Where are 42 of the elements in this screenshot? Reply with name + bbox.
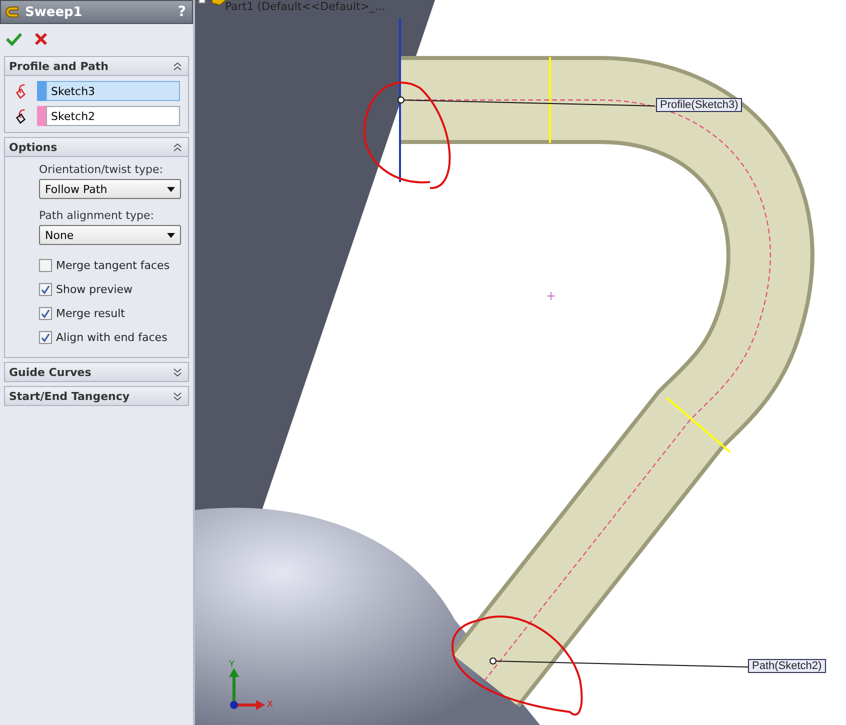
checkbox[interactable] bbox=[39, 258, 52, 272]
callout-label: Path(Sketch2) bbox=[748, 659, 826, 673]
dropdown-label: Path alignment type: bbox=[39, 209, 156, 222]
tree-expand-icon[interactable] bbox=[198, 0, 206, 4]
sweep-feature-icon bbox=[5, 4, 21, 20]
checkbox-option[interactable]: Show preview bbox=[39, 277, 180, 301]
checkbox[interactable] bbox=[39, 282, 52, 296]
callout-label: Profile(Sketch3) bbox=[656, 98, 742, 112]
caret-icon[interactable] bbox=[167, 232, 175, 238]
dropdown[interactable]: None bbox=[39, 225, 181, 245]
section-header[interactable]: Guide Curves bbox=[5, 363, 188, 381]
checkbox-option[interactable]: Align with end faces bbox=[39, 325, 180, 349]
part-icon bbox=[212, 0, 227, 6]
checkbox-option[interactable]: Merge tangent faces bbox=[39, 253, 180, 277]
ok-check-icon[interactable] bbox=[6, 32, 22, 46]
checkbox[interactable] bbox=[39, 330, 52, 344]
section-header[interactable]: Options bbox=[5, 138, 188, 157]
collapse-icon[interactable] bbox=[173, 142, 182, 152]
dropdown-label: Orientation/twist type: bbox=[39, 163, 164, 176]
selection-field[interactable]: Sketch3 bbox=[46, 81, 180, 101]
selection-field[interactable]: Sketch2 bbox=[46, 106, 180, 126]
expand-icon[interactable] bbox=[173, 392, 182, 400]
axis-label: Y bbox=[229, 660, 234, 670]
caret-icon[interactable] bbox=[167, 186, 175, 192]
checkbox-option[interactable]: Merge result bbox=[39, 301, 180, 325]
feature-title: Sweep1 bbox=[25, 4, 84, 20]
section-title: Guide Curves bbox=[9, 366, 92, 378]
dropdown[interactable]: Follow Path bbox=[39, 179, 181, 199]
section-title: Options bbox=[9, 140, 58, 154]
cancel-x-icon[interactable] bbox=[34, 32, 48, 46]
section-title: Start/End Tangency bbox=[9, 390, 130, 402]
section-header[interactable]: Start/End Tangency bbox=[5, 387, 188, 405]
section-header[interactable]: Profile and Path bbox=[5, 57, 188, 76]
profile-sketch-icon bbox=[16, 82, 26, 100]
path-sketch-icon bbox=[16, 107, 26, 125]
origin-mark-icon bbox=[546, 292, 556, 300]
axis-label: X bbox=[267, 700, 274, 710]
expand-icon[interactable] bbox=[173, 368, 182, 376]
checkbox[interactable] bbox=[39, 306, 52, 320]
collapse-icon[interactable] bbox=[173, 62, 182, 70]
axis-triad-icon bbox=[229, 668, 265, 710]
section-title: Profile and Path bbox=[9, 60, 108, 72]
